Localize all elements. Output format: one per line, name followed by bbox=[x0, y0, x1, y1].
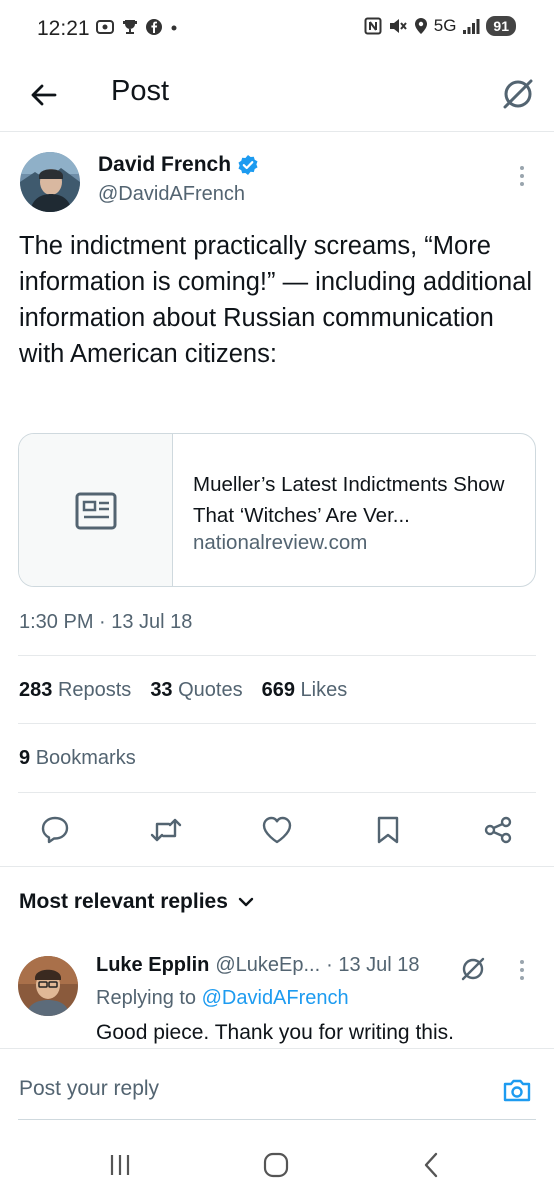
camera-icon bbox=[503, 1079, 531, 1102]
page-title: Post bbox=[111, 75, 170, 107]
reply-grok-button[interactable] bbox=[459, 955, 487, 983]
system-icons: 5G 91 bbox=[364, 16, 516, 36]
chevron-down-icon bbox=[238, 897, 254, 907]
more-vertical-icon bbox=[520, 166, 524, 186]
location-icon bbox=[414, 18, 427, 34]
signal-icon bbox=[463, 19, 480, 34]
network-type: 5G bbox=[433, 16, 457, 35]
grok-button[interactable] bbox=[496, 72, 540, 116]
divider bbox=[18, 792, 536, 793]
article-icon bbox=[75, 492, 116, 530]
post-timestamp: 1:30 PM · 13 Jul 18 bbox=[19, 611, 193, 633]
author-name[interactable]: David French bbox=[98, 153, 259, 177]
quotes-stat[interactable]: 33 Quotes bbox=[150, 679, 242, 702]
arrow-left-icon bbox=[31, 84, 57, 106]
reposts-label: Reposts bbox=[57, 679, 132, 701]
reply-icon bbox=[41, 816, 69, 844]
quotes-count: 33 bbox=[150, 679, 173, 701]
replies-sort-dropdown[interactable]: Most relevant replies bbox=[19, 890, 254, 914]
reply-date: · 13 Jul 18 bbox=[326, 954, 420, 976]
likes-count: 669 bbox=[261, 679, 295, 701]
verified-badge-icon bbox=[238, 155, 258, 175]
share-icon bbox=[484, 816, 512, 844]
battery-level: 91 bbox=[486, 16, 516, 36]
likes-stat[interactable]: 669 Likes bbox=[262, 679, 348, 702]
mute-icon bbox=[389, 19, 407, 33]
quotes-label: Quotes bbox=[178, 679, 243, 701]
more-vertical-icon bbox=[520, 960, 524, 980]
section-divider bbox=[0, 866, 554, 867]
replying-to-prefix: Replying to bbox=[96, 987, 197, 1009]
repost-button[interactable] bbox=[148, 812, 184, 848]
like-button[interactable] bbox=[259, 812, 295, 848]
reply-author-name[interactable]: Luke Epplin bbox=[96, 954, 209, 977]
author-name-text: David French bbox=[98, 153, 232, 176]
author-avatar[interactable] bbox=[20, 152, 80, 212]
bookmarks-stat[interactable]: 9 Bookmarks bbox=[19, 747, 136, 770]
author-avatar-image bbox=[20, 152, 80, 212]
reposts-stat[interactable]: 283 Reposts bbox=[19, 679, 131, 702]
reposts-count: 283 bbox=[19, 679, 53, 701]
dot-icon bbox=[171, 25, 177, 31]
back-nav-button[interactable] bbox=[411, 1148, 451, 1182]
top-app-bar: Post bbox=[0, 58, 554, 132]
reply-input[interactable]: Post your reply bbox=[19, 1077, 159, 1101]
reply-avatar[interactable] bbox=[18, 956, 78, 1016]
bookmarks-count: 9 bbox=[19, 747, 31, 769]
link-title: Mueller’s Latest Indictments Show That ‘… bbox=[193, 473, 505, 527]
screenshot-icon bbox=[96, 20, 114, 34]
chevron-left-icon bbox=[424, 1152, 438, 1178]
recents-icon bbox=[110, 1155, 130, 1175]
repost-icon bbox=[150, 818, 182, 842]
recents-button[interactable] bbox=[100, 1148, 140, 1182]
bookmarks-label: Bookmarks bbox=[35, 747, 136, 769]
more-options-button[interactable] bbox=[508, 162, 536, 190]
share-button[interactable] bbox=[480, 812, 516, 848]
link-domain: nationalreview.com bbox=[193, 531, 368, 554]
reply-composer: Post your reply bbox=[0, 1048, 554, 1128]
replying-to: Replying to @DavidAFrench bbox=[96, 987, 349, 1010]
post-stats: 283 Reposts 33 Quotes 669 Likes bbox=[19, 679, 347, 702]
grok-icon bbox=[461, 957, 485, 981]
bookmark-icon bbox=[377, 816, 399, 844]
nfc-icon bbox=[364, 17, 382, 35]
replies-sort-label: Most relevant replies bbox=[19, 890, 228, 913]
composer-underline bbox=[18, 1119, 536, 1120]
system-nav-bar bbox=[0, 1130, 554, 1200]
bookmark-button[interactable] bbox=[370, 812, 406, 848]
link-thumbnail bbox=[19, 434, 173, 586]
reply-button[interactable] bbox=[37, 812, 73, 848]
reply-header: Luke Epplin @LukeEp... · 13 Jul 18 bbox=[96, 954, 420, 977]
divider bbox=[18, 723, 536, 724]
back-button[interactable] bbox=[22, 74, 64, 116]
action-bar bbox=[0, 808, 554, 852]
notification-icons bbox=[95, 18, 179, 36]
author-handle[interactable]: @DavidAFrench bbox=[98, 183, 245, 206]
likes-label: Likes bbox=[300, 679, 348, 701]
status-time: 12:21 bbox=[37, 17, 90, 40]
link-card[interactable]: Mueller’s Latest Indictments Show That ‘… bbox=[18, 433, 536, 587]
home-button[interactable] bbox=[256, 1148, 296, 1182]
reply-text: Good piece. Thank you for writing this. bbox=[96, 1021, 454, 1044]
reply-more-options-button[interactable] bbox=[508, 956, 536, 984]
status-bar: 12:21 5G 91 bbox=[0, 0, 554, 58]
home-icon bbox=[263, 1152, 289, 1178]
heart-icon bbox=[262, 816, 292, 844]
post-text: The indictment practically screams, “Mor… bbox=[19, 232, 533, 368]
replying-to-link[interactable]: @DavidAFrench bbox=[202, 987, 349, 1009]
grok-icon bbox=[503, 79, 533, 109]
camera-button[interactable] bbox=[500, 1073, 534, 1107]
reply-author-handle[interactable]: @LukeEp... bbox=[215, 954, 320, 977]
trophy-icon bbox=[123, 20, 137, 34]
reply-avatar-image bbox=[18, 956, 78, 1016]
divider bbox=[18, 655, 536, 656]
facebook-icon bbox=[146, 19, 162, 35]
